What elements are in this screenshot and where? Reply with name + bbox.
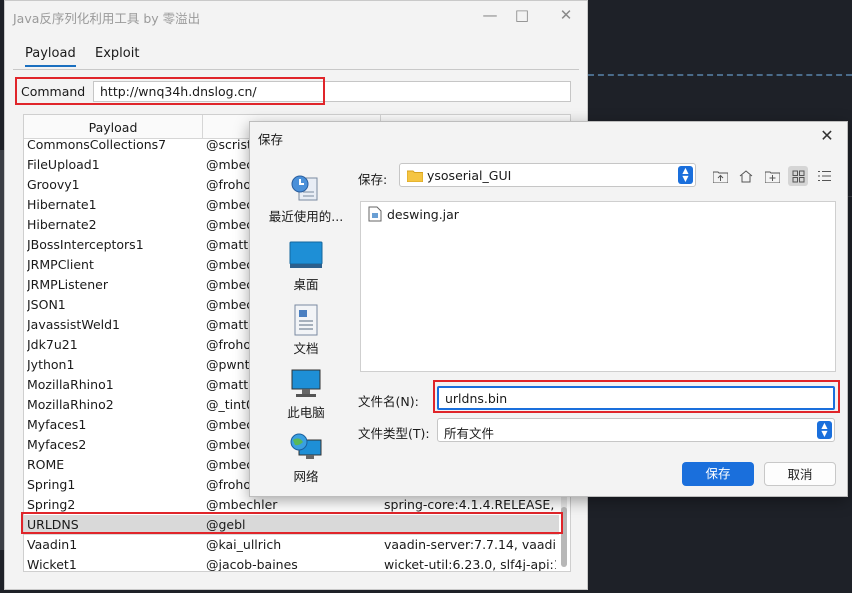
payload-name-cell: Spring1 bbox=[27, 477, 76, 492]
payload-name-cell: JavassistWeld1 bbox=[27, 317, 120, 332]
desktop-background-line bbox=[588, 74, 852, 76]
up-folder-icon[interactable] bbox=[710, 166, 730, 186]
place-documents[interactable]: 文档 bbox=[262, 304, 350, 357]
place-desktop[interactable]: 桌面 bbox=[262, 240, 350, 293]
documents-icon bbox=[289, 304, 323, 336]
table-row[interactable]: Vaadin1 @kai_ullrich vaadin-server:7.7.14,… bbox=[24, 535, 559, 555]
payload-name-cell: Myfaces2 bbox=[27, 437, 87, 452]
highlight-box-filename bbox=[433, 380, 840, 413]
payload-name-cell: ROME bbox=[27, 457, 65, 472]
place-network[interactable]: 网络 bbox=[262, 432, 350, 485]
folder-icon bbox=[407, 170, 423, 182]
list-view-icon[interactable] bbox=[788, 166, 808, 186]
save-dialog: 保存 ✕ 最近使用的... 桌面 文档 此电脑 网络 保存: ysoserial… bbox=[249, 121, 848, 497]
filetype-combobox[interactable]: 所有文件 ▲ ▼ bbox=[437, 418, 835, 442]
place-label: 最近使用的... bbox=[268, 209, 344, 224]
file-name: deswing.jar bbox=[387, 206, 459, 222]
payload-name-cell: MozillaRhino2 bbox=[27, 397, 114, 412]
filetype-dropdown-icon[interactable]: ▲ ▼ bbox=[817, 421, 832, 439]
folder-name: ysoserial_GUI bbox=[427, 168, 512, 183]
place-this-pc[interactable]: 此电脑 bbox=[262, 368, 350, 421]
home-icon[interactable] bbox=[736, 166, 756, 186]
highlight-box-urldns bbox=[21, 512, 563, 534]
payload-name-cell: Wicket1 bbox=[27, 557, 77, 572]
payload-name-cell: FileUpload1 bbox=[27, 157, 100, 172]
title-bar: Java反序列化利用工具 by 零溢出 — □ ✕ bbox=[5, 1, 587, 31]
place-recent[interactable]: 最近使用的... bbox=[262, 172, 350, 225]
folder-dropdown-icon[interactable]: ▲ ▼ bbox=[678, 166, 693, 184]
authors-cell: @kai_ullrich bbox=[206, 537, 282, 552]
desktop-icon bbox=[289, 240, 323, 270]
tab-bar: Payload Exploit bbox=[13, 41, 579, 70]
dialog-title: 保存 bbox=[258, 132, 284, 147]
payload-name-cell: JBossInterceptors1 bbox=[27, 237, 144, 252]
payload-name-cell: Hibernate2 bbox=[27, 217, 97, 232]
dependencies-cell: wicket-util:6.23.0, slf4j-api:1.... bbox=[384, 557, 556, 572]
folder-combobox[interactable]: ysoserial_GUI ▲ ▼ bbox=[399, 163, 696, 187]
window-title: Java反序列化利用工具 by 零溢出 bbox=[13, 11, 201, 26]
payload-name-cell: JRMPClient bbox=[27, 257, 94, 272]
file-list[interactable]: deswing.jar bbox=[360, 201, 836, 372]
place-label: 网络 bbox=[293, 469, 319, 484]
payload-name-cell: CommonsCollections7 bbox=[27, 137, 167, 152]
payload-name-cell: MozillaRhino1 bbox=[27, 377, 114, 392]
jar-file-icon bbox=[368, 206, 382, 222]
tab-exploit[interactable]: Exploit bbox=[95, 46, 139, 61]
table-row[interactable]: Wicket1 @jacob-baines wicket-util:6.23.0, … bbox=[24, 555, 559, 572]
tab-payload[interactable]: Payload bbox=[25, 46, 76, 67]
filetype-value: 所有文件 bbox=[444, 426, 495, 441]
place-label: 此电脑 bbox=[287, 405, 325, 420]
place-label: 文档 bbox=[293, 341, 319, 356]
authors-cell: @jacob-baines bbox=[206, 557, 298, 572]
payload-name-cell: JSON1 bbox=[27, 297, 66, 312]
close-icon[interactable]: ✕ bbox=[551, 4, 581, 26]
payload-name-cell: Groovy1 bbox=[27, 177, 80, 192]
payload-name-cell: Jython1 bbox=[27, 357, 75, 372]
filetype-label: 文件类型(T): bbox=[358, 426, 430, 441]
filename-label: 文件名(N): bbox=[358, 394, 419, 409]
payload-name-cell: Vaadin1 bbox=[27, 537, 78, 552]
payload-name-cell: JRMPListener bbox=[27, 277, 108, 292]
details-view-icon[interactable] bbox=[814, 166, 834, 186]
maximize-icon[interactable]: □ bbox=[507, 4, 537, 26]
recent-items-icon bbox=[289, 172, 323, 202]
new-folder-icon[interactable] bbox=[762, 166, 782, 186]
network-icon bbox=[289, 432, 323, 462]
computer-icon bbox=[289, 368, 323, 398]
place-label: 桌面 bbox=[293, 277, 319, 292]
cancel-button[interactable]: 取消 bbox=[764, 462, 836, 486]
save-button[interactable]: 保存 bbox=[682, 462, 754, 486]
payload-name-cell: Hibernate1 bbox=[27, 197, 97, 212]
payload-name-cell: Myfaces1 bbox=[27, 417, 87, 432]
file-item[interactable]: deswing.jar bbox=[368, 206, 459, 222]
highlight-box-command bbox=[15, 77, 325, 105]
dependencies-cell: vaadin-server:7.7.14, vaadin... bbox=[384, 537, 556, 552]
save-in-label: 保存: bbox=[358, 172, 388, 187]
minimize-icon[interactable]: — bbox=[475, 4, 505, 26]
payload-name-cell: Jdk7u21 bbox=[27, 337, 78, 352]
dialog-close-icon[interactable]: ✕ bbox=[815, 126, 839, 148]
